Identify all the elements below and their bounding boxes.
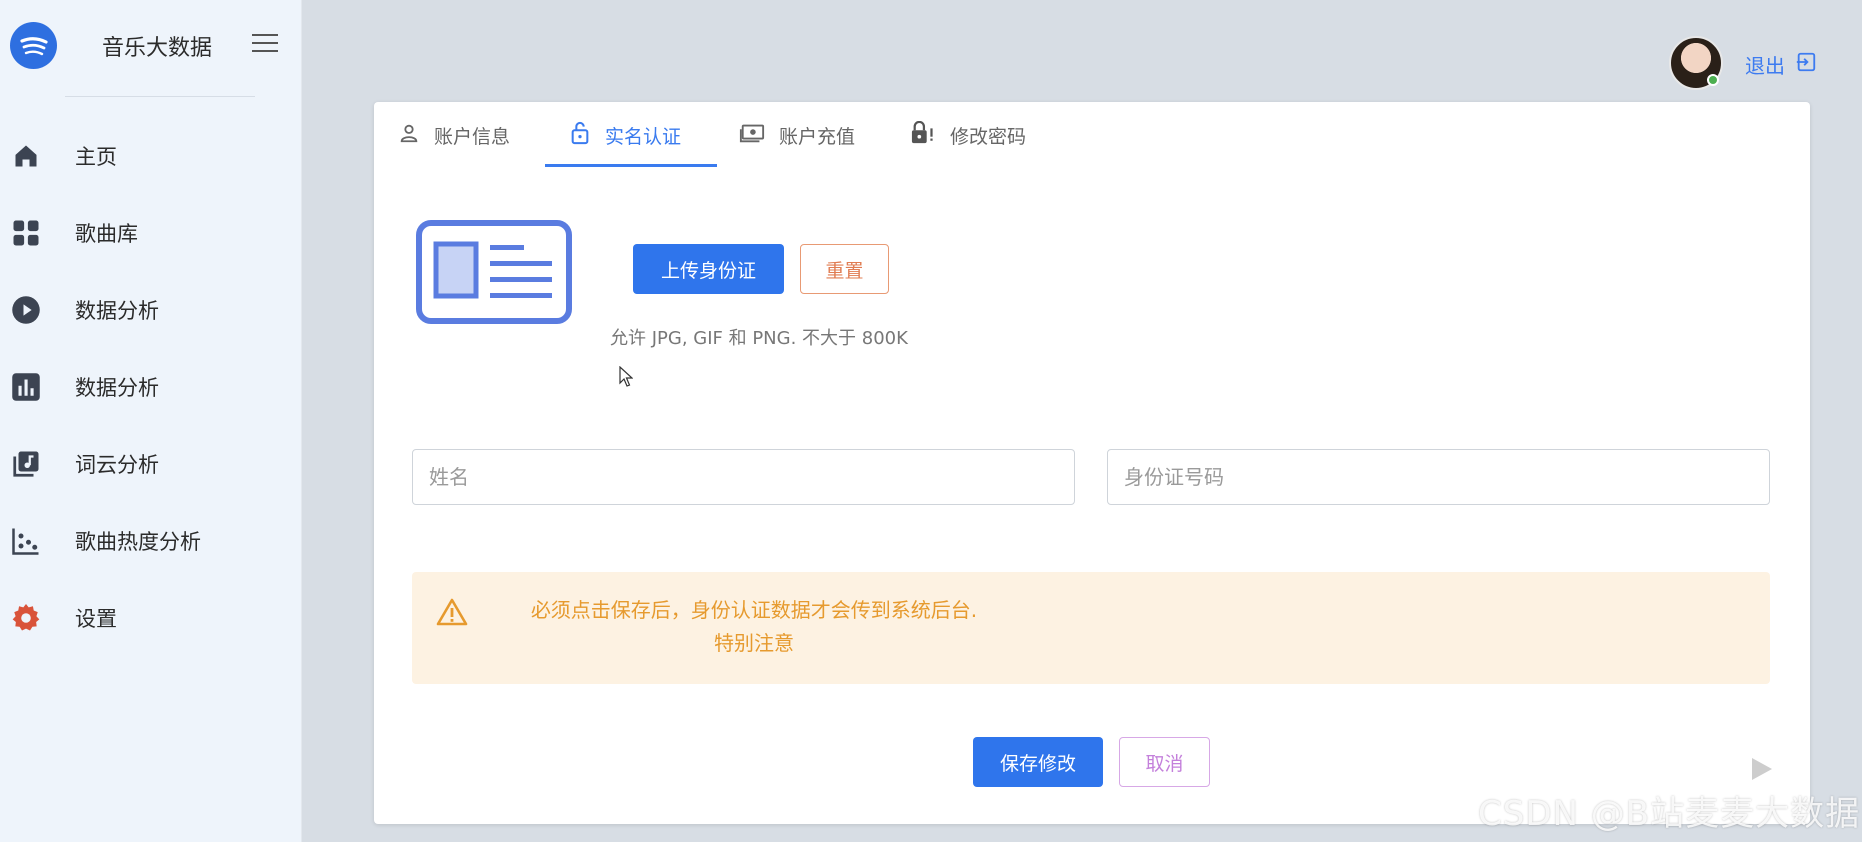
sidebar-item-label: 数据分析 xyxy=(75,299,159,323)
tab-bar: 账户信息 实名认证 账户充值 修改密码 xyxy=(374,102,1810,168)
tab-label: 账户充值 xyxy=(779,125,856,148)
logout-icon xyxy=(1795,51,1817,78)
home-icon xyxy=(10,140,42,172)
sidebar-item-data-analysis[interactable]: 数据分析 xyxy=(0,280,302,340)
warning-icon xyxy=(436,597,468,627)
sidebar-item-label: 设置 xyxy=(75,607,117,631)
scatter-chart-icon xyxy=(10,525,42,557)
tab-label: 实名认证 xyxy=(605,125,682,148)
brand-name: 音乐大数据 xyxy=(102,36,213,61)
brand-header: 音乐大数据 xyxy=(0,0,302,96)
sidebar: 音乐大数据 主页 歌曲库 数据分析 数据分析 词云分析 歌曲热度分析 设置 xyxy=(0,0,302,842)
name-input[interactable] xyxy=(412,449,1075,505)
sidebar-item-settings[interactable]: 设置 xyxy=(0,588,302,648)
csdn-watermark: CSDN @B站麦麦大数据 xyxy=(1478,794,1861,834)
sidebar-item-song-library[interactable]: 歌曲库 xyxy=(0,203,302,263)
upload-hint: 允许 JPG, GIF 和 PNG. 不大于 800K xyxy=(610,328,908,349)
sidebar-item-word-cloud[interactable]: 词云分析 xyxy=(0,434,302,494)
cancel-button[interactable]: 取消 xyxy=(1119,737,1210,787)
warning-message: 必须点击保存后，身份认证数据才会传到系统后台. 特别注意 xyxy=(484,594,1024,660)
tab-change-password[interactable]: 修改密码 xyxy=(910,114,1026,156)
tab-label: 账户信息 xyxy=(434,125,511,148)
gear-icon xyxy=(10,602,42,634)
settings-card: 账户信息 实名认证 账户充值 修改密码 上传身份证 重置 允许 JPG, GIF… xyxy=(374,102,1810,824)
online-status-dot xyxy=(1707,74,1719,86)
save-button[interactable]: 保存修改 xyxy=(973,737,1103,787)
id-number-input[interactable] xyxy=(1107,449,1770,505)
mouse-cursor-icon xyxy=(619,365,634,388)
user-icon xyxy=(398,122,420,149)
warning-line-1: 必须点击保存后，身份认证数据才会传到系统后台. xyxy=(530,598,978,622)
grid-icon xyxy=(10,217,42,249)
lock-open-icon xyxy=(569,121,591,150)
upload-id-button[interactable]: 上传身份证 xyxy=(633,244,784,294)
reset-button[interactable]: 重置 xyxy=(800,244,889,294)
sidebar-item-label: 数据分析 xyxy=(75,376,159,400)
spotify-logo-icon[interactable] xyxy=(10,22,57,69)
hamburger-menu-icon[interactable] xyxy=(252,34,278,56)
bar-chart-icon xyxy=(10,371,42,403)
sidebar-item-label: 主页 xyxy=(75,145,117,169)
sidebar-item-song-popularity[interactable]: 歌曲热度分析 xyxy=(0,511,302,571)
sidebar-item-home[interactable]: 主页 xyxy=(0,126,302,186)
id-card-icon xyxy=(416,220,572,324)
sidebar-item-label: 词云分析 xyxy=(75,453,159,477)
cash-icon xyxy=(739,122,765,149)
tab-account-info[interactable]: 账户信息 xyxy=(398,114,510,156)
sidebar-item-label: 歌曲库 xyxy=(75,222,138,246)
active-tab-indicator xyxy=(545,164,717,167)
tab-real-name-auth[interactable]: 实名认证 xyxy=(569,114,681,156)
divider xyxy=(65,96,255,97)
sidebar-item-label: 歌曲热度分析 xyxy=(75,530,201,554)
tab-label: 修改密码 xyxy=(950,125,1027,148)
play-circle-icon xyxy=(10,294,42,326)
logout-button[interactable]: 退出 xyxy=(1745,50,1817,79)
music-library-icon xyxy=(10,448,42,480)
sidebar-item-data-analysis-2[interactable]: 数据分析 xyxy=(0,357,302,417)
warning-alert: 必须点击保存后，身份认证数据才会传到系统后台. 特别注意 xyxy=(412,572,1770,684)
warning-line-2: 特别注意 xyxy=(714,631,794,655)
tab-account-recharge[interactable]: 账户充值 xyxy=(739,114,855,156)
lock-alert-icon xyxy=(910,120,936,150)
logout-label: 退出 xyxy=(1745,54,1785,78)
